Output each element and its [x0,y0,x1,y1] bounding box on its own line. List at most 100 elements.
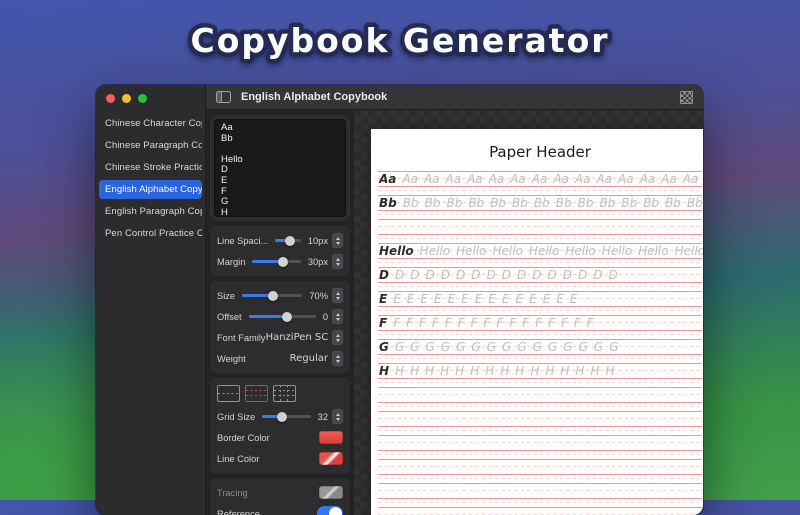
grid-size-slider[interactable] [262,415,310,418]
app-window: Chinese Character Cop... Chinese Paragrap… [96,85,703,515]
letter-sample: Aa [379,172,396,186]
line-spaci-value: 10px [308,236,328,246]
sidebar-item-pen-control-practice-c[interactable]: Pen Control Practice C... [99,224,202,243]
letter-trace: D [441,268,450,282]
letter-trace: E [488,292,496,306]
transparency-checker-icon[interactable] [680,91,693,104]
letter-trace: F [509,316,516,330]
stepper-up-icon [336,237,340,240]
slider-knob[interactable] [278,257,288,267]
minimize-window-button[interactable] [122,94,131,103]
sidebar-item-english-paragraph-copy[interactable]: English Paragraph Copy... [99,202,202,221]
weight-value: Regular [290,353,328,364]
tracing-label: Tracing [217,488,248,498]
letter-trace: Aa [489,172,505,186]
sidebar-item-chinese-stroke-practic[interactable]: Chinese Stroke Practic... [99,158,202,177]
line-spaci-slider[interactable] [275,239,301,242]
stepper-down-icon [336,318,340,321]
stepper-down-icon [336,339,340,342]
letter-trace: G [395,340,404,354]
sidebar-toggle-icon[interactable] [216,91,231,103]
practice-row [378,483,702,499]
offset-slider[interactable] [249,315,316,318]
letter-trace: D [517,268,526,282]
practice-row: GGGGGGGGGGGGGGGG [378,339,702,355]
letter-trace: H [425,364,434,378]
letter-trace: H [410,364,419,378]
letter-trace: E [448,292,456,306]
letter-trace: D [502,268,511,282]
letter-trace: G [456,340,465,354]
letter-trace: Bb [512,196,528,210]
paper-preview: Paper Header AaAaAaAaAaAaAaAaAaAaAaAaAaA… [371,129,703,515]
letter-trace: H [470,364,479,378]
sidebar-item-chinese-character-cop[interactable]: Chinese Character Cop... [99,114,202,133]
slider-knob[interactable] [268,291,278,301]
letter-trace: D [563,268,572,282]
copybook-text-input[interactable]: Aa Bb Hello D E F G H [214,119,346,217]
letter-trace: H [455,364,464,378]
letter-trace: Aa [424,172,440,186]
reference-toggle[interactable] [317,506,343,515]
controls-section: TracingReference [210,478,350,515]
app-title-svg: Copybook Generator [0,4,800,76]
stepper-up-icon [336,355,340,358]
grid-size-stepper[interactable] [332,409,343,424]
fourline-grid-icon[interactable] [245,385,268,402]
grid-size-value: 32 [318,412,328,422]
letter-trace: F [406,316,413,330]
midline-grid-icon[interactable] [217,385,240,402]
letter-trace: H [560,364,569,378]
line-color-swatch[interactable] [319,452,343,465]
letter-trace: Aa [402,172,418,186]
offset-stepper[interactable] [332,309,343,324]
weight-dropdown[interactable] [332,351,343,366]
letter-trace: Bb [534,196,550,210]
size-label: Size [217,291,235,301]
practice-letters: AaAaAaAaAaAaAaAaAaAaAaAaAaAaAaAa [379,172,703,186]
letter-trace: E [543,292,551,306]
letter-trace: G [487,340,496,354]
slider-knob[interactable] [277,412,287,422]
practice-letters: EEEEEEEEEEEEEEE [379,292,703,306]
letter-trace: H [395,364,404,378]
slider-knob[interactable] [285,236,295,246]
letter-trace: Hello [493,244,523,258]
zoom-window-button[interactable] [138,94,147,103]
letter-trace: D [425,268,434,282]
letter-sample: E [379,292,387,306]
letter-trace: D [532,268,541,282]
size-row: Size70% [217,285,343,306]
letter-trace: F [496,316,503,330]
margin-slider[interactable] [252,260,300,263]
letter-sample: D [379,268,389,282]
letter-trace: Aa [532,172,548,186]
full-grid-icon[interactable] [273,385,296,402]
letter-trace: Hello [602,244,632,258]
border-color-row: Border Color [217,427,343,448]
practice-letters: HHHHHHHHHHHHHHHH [379,364,703,378]
size-slider[interactable] [242,294,302,297]
border-color-swatch[interactable] [319,431,343,444]
app-title-banner: Copybook Generator [0,4,800,76]
controls-section: Grid Size32Border ColorLine Color [210,378,350,473]
font-family-row: Font FamilyHanziPen SC [217,327,343,348]
font-family-dropdown[interactable] [332,330,343,345]
letter-trace: D [471,268,480,282]
letter-trace: E [393,292,401,306]
letter-trace: Aa [467,172,483,186]
letter-trace: Aa [661,172,677,186]
line-spaci-stepper[interactable] [332,233,343,248]
letter-trace: Bb [556,196,572,210]
sidebar-item-chinese-paragraph-cop[interactable]: Chinese Paragraph Cop... [99,136,202,155]
letter-trace: G [548,340,557,354]
size-stepper[interactable] [332,288,343,303]
sidebar-item-english-alphabet-copyb[interactable]: English Alphabet Copyb... [99,180,202,199]
slider-knob[interactable] [282,312,292,322]
close-window-button[interactable] [106,94,115,103]
letter-sample: H [379,364,389,378]
letter-trace: Aa [618,172,634,186]
letter-trace: Aa [446,172,462,186]
letter-trace: G [425,340,434,354]
margin-stepper[interactable] [332,254,343,269]
